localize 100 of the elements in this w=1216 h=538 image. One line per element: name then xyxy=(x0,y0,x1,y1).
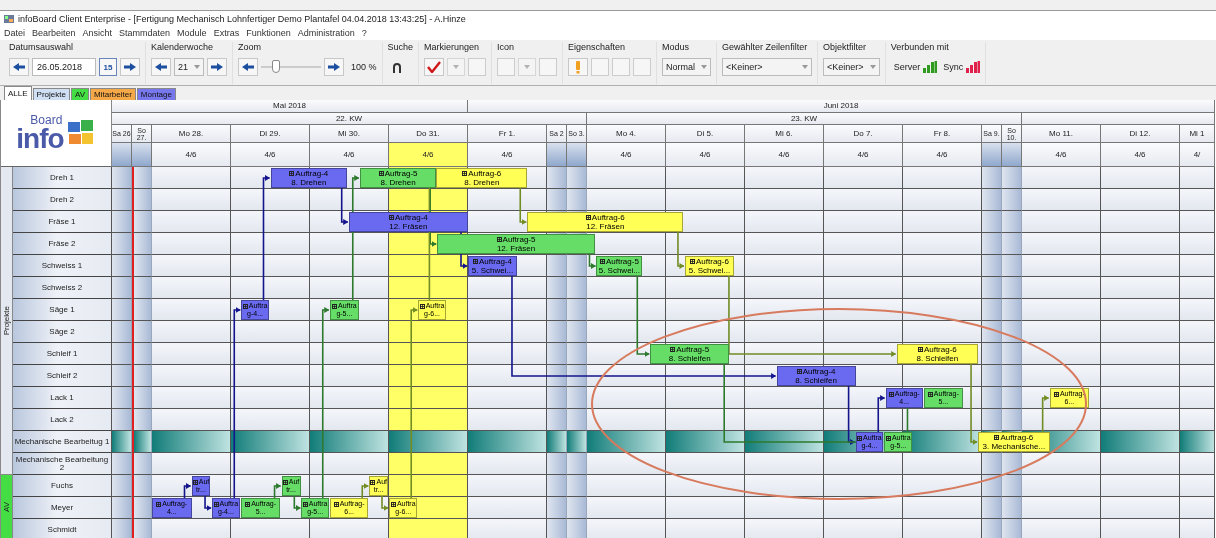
group-label: Projekte xyxy=(1,305,12,336)
day-header: Do 7. xyxy=(824,125,903,143)
menu-item[interactable]: Administration xyxy=(297,28,355,39)
row-label: Fuchs xyxy=(13,475,111,497)
task-text: Auftrag-6 xyxy=(528,213,683,222)
task-icon xyxy=(599,259,605,264)
dropdown-field[interactable]: 21 xyxy=(174,58,204,77)
calendar-button[interactable]: 15 xyxy=(99,58,117,77)
month-header: Mai 2018 xyxy=(112,100,468,113)
previous-button[interactable] xyxy=(9,58,29,77)
row-label: Schmidt xyxy=(13,519,111,538)
next-button[interactable] xyxy=(120,58,140,77)
toolbar-label: Datumsauswahl xyxy=(9,42,75,53)
row-label: Meyer xyxy=(13,497,111,519)
task-icon xyxy=(333,501,339,507)
dropdown-value: 21 xyxy=(178,62,188,73)
connector-arrow xyxy=(183,483,192,499)
next-button[interactable] xyxy=(207,58,227,77)
next-button[interactable] xyxy=(324,58,344,77)
toolbar-label: Zoom xyxy=(238,42,263,53)
menu-item[interactable]: Ansicht xyxy=(82,28,113,39)
arrow-left-icon xyxy=(241,62,255,73)
previous-button[interactable] xyxy=(151,58,171,77)
task-bar[interactable]: Auftrag-4 5. Schwei... xyxy=(468,256,517,276)
dropdown-field[interactable] xyxy=(447,58,466,77)
task-icon xyxy=(796,369,802,374)
task-text: 12. Fräsen xyxy=(495,244,537,253)
task-text: Auftrag-6 xyxy=(979,433,1049,442)
properties-button[interactable] xyxy=(568,58,589,77)
task-bar[interactable]: Auftrag-6 8. Schleifen xyxy=(896,344,979,364)
menu-item[interactable]: Extras xyxy=(213,28,240,39)
row-label: Schweiss 1 xyxy=(13,255,111,277)
menu-item[interactable]: Module xyxy=(177,28,207,39)
date-field[interactable]: 26.05.2018 xyxy=(32,58,96,77)
toolbar-label: Suche xyxy=(387,42,414,53)
caret-icon xyxy=(701,65,708,70)
caret-icon xyxy=(802,65,809,70)
task-text: Auftrag-6 xyxy=(897,345,978,354)
task-icon xyxy=(927,391,933,397)
tab[interactable]: Montage xyxy=(136,88,176,100)
task-bar[interactable]: Auftrag-5 12. Fräsen xyxy=(437,234,595,254)
row-label: Lack 1 xyxy=(13,387,111,409)
toolbar-label: Verbunden mit xyxy=(890,42,950,53)
task-bar[interactable]: Auftrag-4 8. Schleifen xyxy=(776,366,856,386)
task-bar[interactable]: Auftrag-6 8. Drehen xyxy=(436,168,528,188)
tab[interactable]: Projekte xyxy=(32,88,70,100)
task-bar[interactable]: Auftrag-6 5. Schwei... xyxy=(684,256,734,276)
task-icon xyxy=(156,501,162,507)
task-bar[interactable]: Auftrag-5 8. Drehen xyxy=(359,168,437,188)
row-label: Schweiss 2 xyxy=(13,277,111,299)
dropdown-field[interactable]: <Keiner> xyxy=(823,58,880,77)
task-text: Auftrag-6 xyxy=(685,257,733,266)
tab[interactable]: ALLE xyxy=(4,86,32,100)
task-icon xyxy=(332,303,337,309)
task-icon xyxy=(390,501,396,507)
previous-button[interactable] xyxy=(238,58,258,77)
day-header: Do 31. xyxy=(389,125,468,143)
tab[interactable]: AV xyxy=(70,88,89,100)
menu-item[interactable]: Stammdaten xyxy=(119,28,171,39)
arrow-right-icon xyxy=(123,62,137,73)
caret-icon xyxy=(453,65,460,70)
menu-item[interactable]: Datei xyxy=(4,28,25,39)
dropdown-field[interactable] xyxy=(518,58,537,77)
connector-arrow xyxy=(340,187,349,225)
menu-item[interactable]: Bearbeiten xyxy=(32,28,76,39)
task-text: 8. Drehen xyxy=(290,178,328,187)
task-bar[interactable]: Auftrag-4 8. Drehen xyxy=(270,168,348,188)
dropdown-field[interactable]: <Keiner> xyxy=(722,58,813,77)
menu-item[interactable]: ? xyxy=(361,28,367,39)
task-text: 5. Schwei... xyxy=(597,266,642,275)
day-header: Mi 1 xyxy=(1180,125,1215,143)
task-icon xyxy=(242,303,248,309)
task-icon xyxy=(245,501,251,507)
marker-checkbox[interactable] xyxy=(424,58,445,77)
task-text: 12. Fräsen xyxy=(388,222,429,231)
capacity-cell: 4/6 xyxy=(666,143,745,167)
capacity-cell: 4/6 xyxy=(310,143,389,167)
capacity-cell: 4/ xyxy=(1180,143,1215,167)
task-text: 8. Drehen xyxy=(379,178,417,187)
task-bar[interactable]: Auftrag-6 3. Mechanische... xyxy=(978,432,1050,452)
dropdown-value: Normal xyxy=(666,62,696,73)
dropdown-field[interactable]: Normal xyxy=(662,58,712,77)
row-label: Fräse 1 xyxy=(13,211,111,233)
toolbar-slot[interactable] xyxy=(468,58,487,77)
day-header: Mo 28. xyxy=(152,125,231,143)
toolbar-slot[interactable] xyxy=(497,58,516,77)
toolbar-label: Kalenderwoche xyxy=(151,42,215,53)
task-bar[interactable]: Auftrag-5 8. Schleifen xyxy=(650,344,730,364)
task-bar[interactable]: Auftrag-4 12. Fräsen xyxy=(348,212,468,232)
month-header: Juni 2018 xyxy=(468,100,1215,113)
toolbar-slot[interactable] xyxy=(633,58,652,77)
toolbar-slot[interactable] xyxy=(539,58,558,77)
toolbar-slot[interactable] xyxy=(612,58,631,77)
menu-item[interactable]: Funktionen xyxy=(246,28,291,39)
task-bar[interactable]: Auftrag-6 12. Fräsen xyxy=(527,212,684,232)
toolbar-slot[interactable] xyxy=(591,58,610,77)
row-label: Schleif 1 xyxy=(13,343,111,365)
tab[interactable]: Mitarbeiter xyxy=(90,88,136,100)
task-bar[interactable]: Auftrag-5 5. Schwei... xyxy=(596,256,643,276)
row-label: Mechanische Bearbeitug 1 xyxy=(13,431,111,453)
